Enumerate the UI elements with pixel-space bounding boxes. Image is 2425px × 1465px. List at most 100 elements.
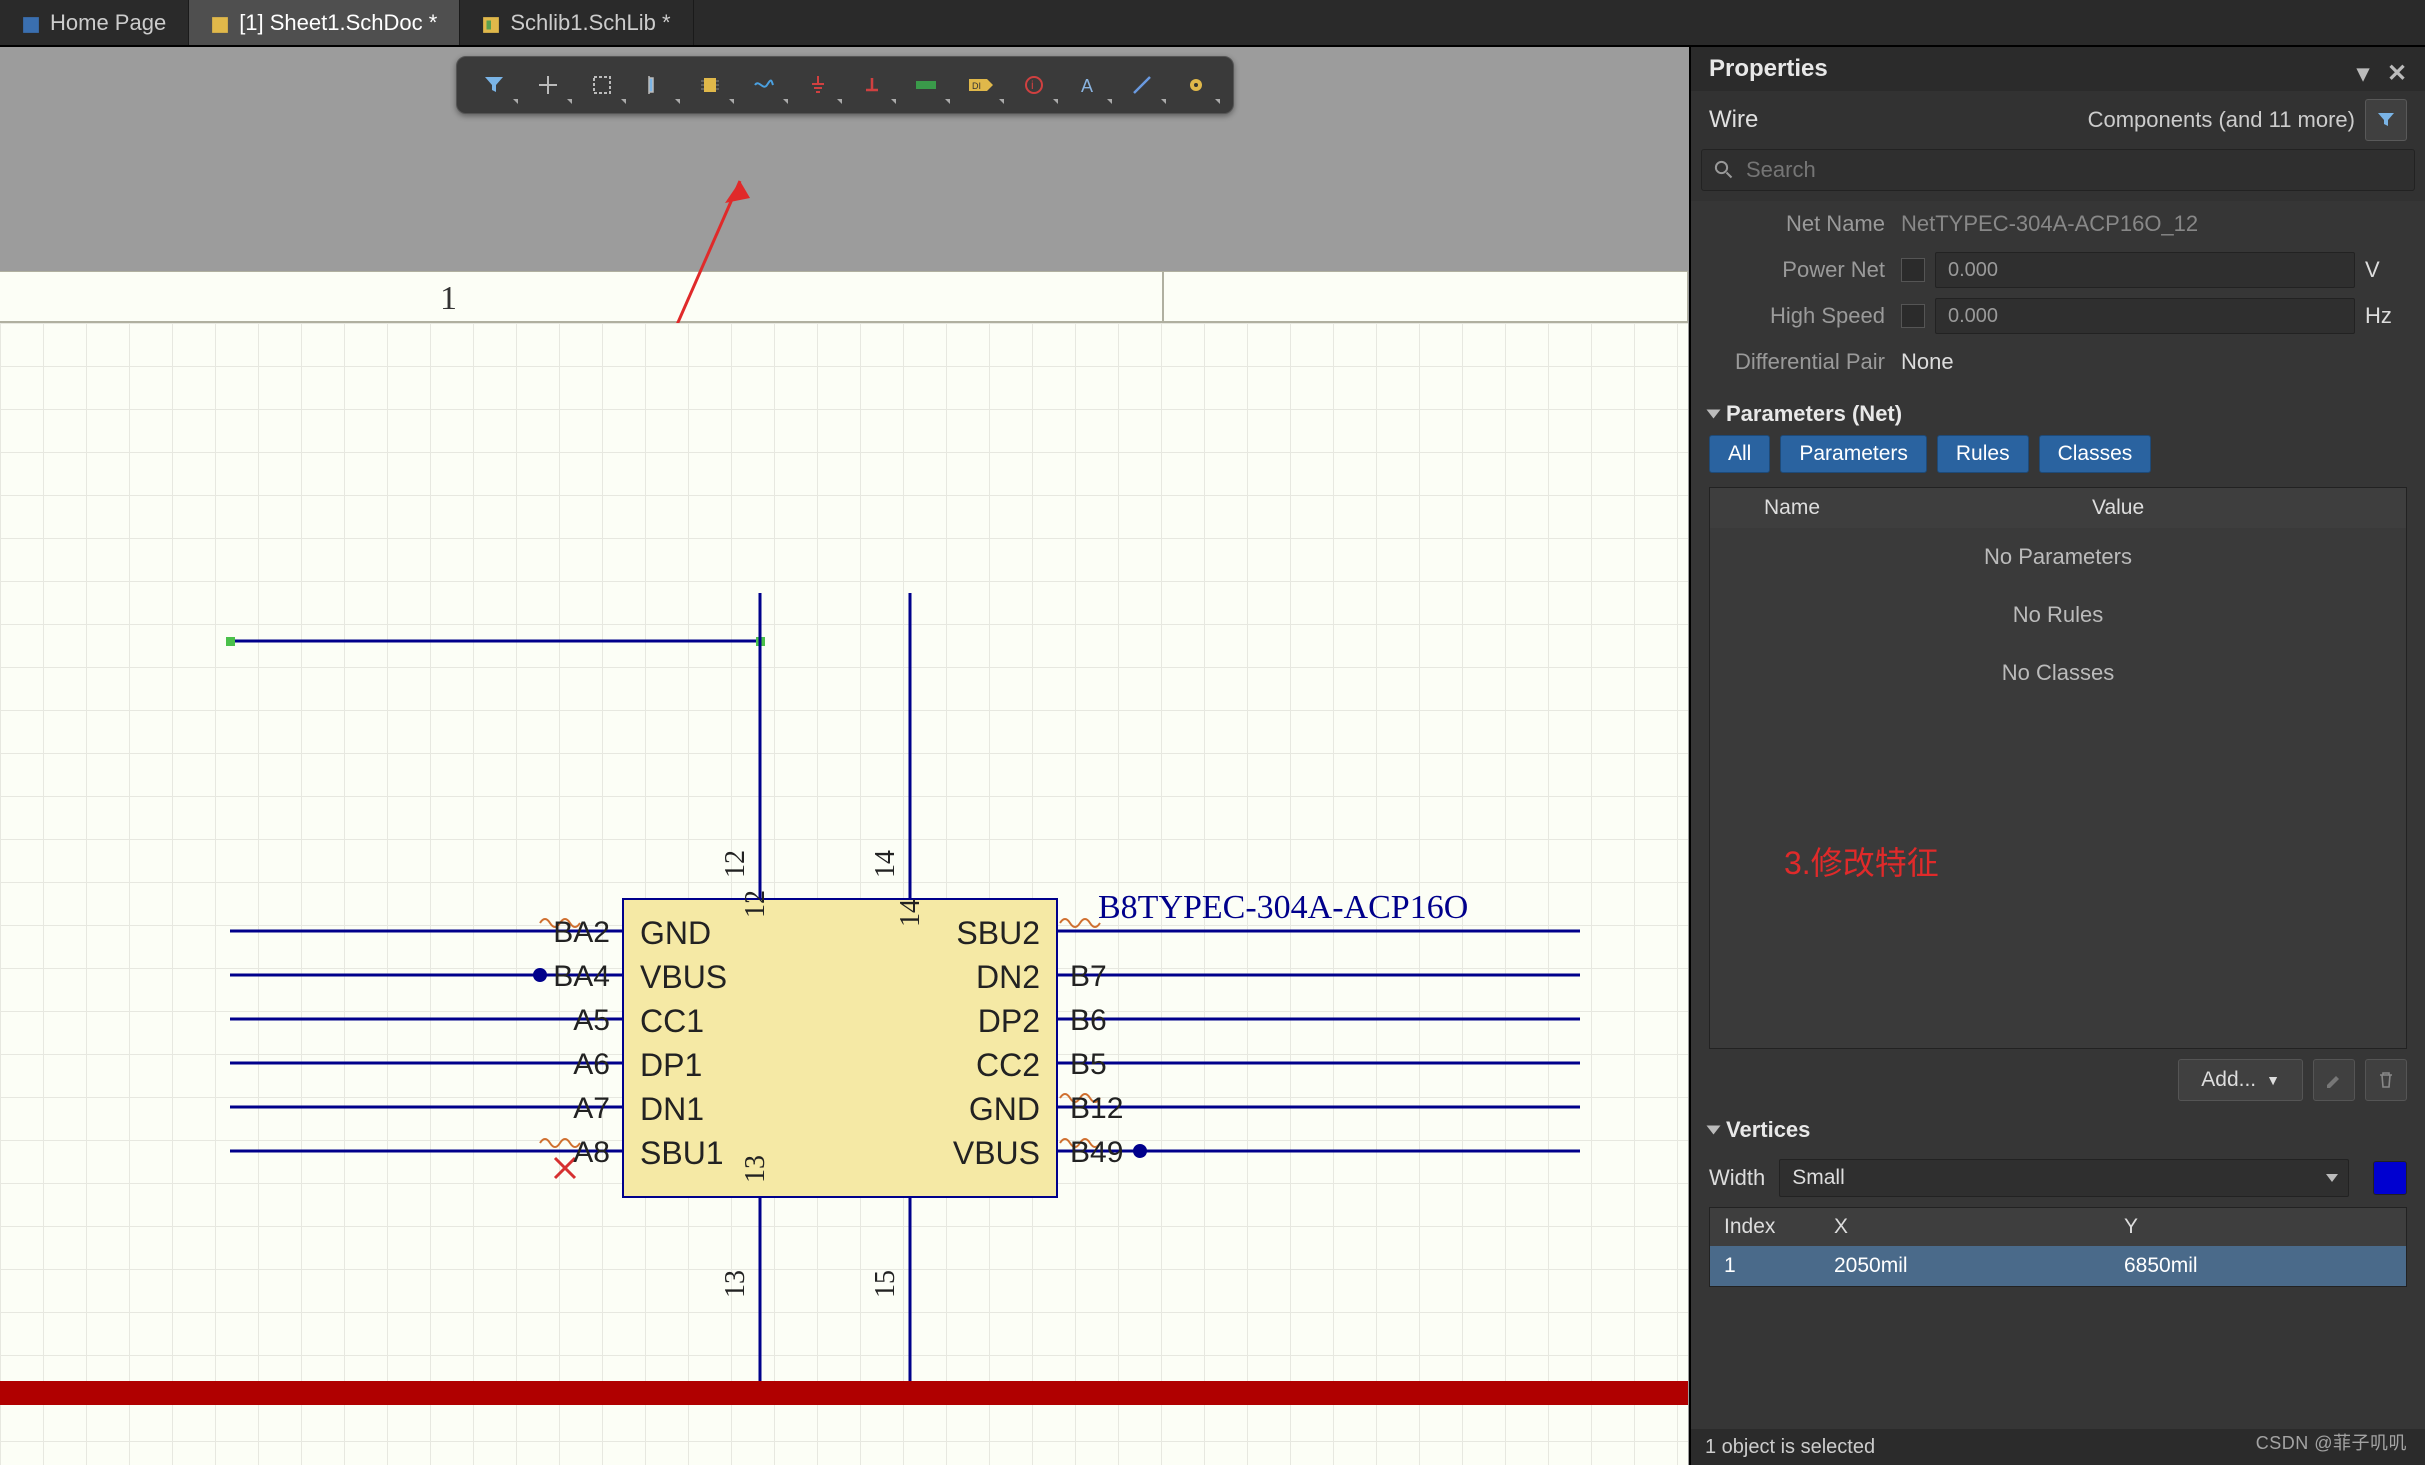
pin-num: BA2 — [500, 911, 610, 955]
high-speed-field[interactable]: 0.000 — [1935, 298, 2355, 334]
svg-text:i: i — [1031, 78, 1034, 92]
power-net-field[interactable]: 0.000 — [1935, 252, 2355, 288]
pin-name: DP1 — [640, 1043, 727, 1087]
svg-text:DI: DI — [972, 81, 981, 91]
tool-power-gnd[interactable] — [791, 63, 845, 107]
object-type: Wire — [1709, 106, 1758, 134]
status-text: 1 object is selected — [1705, 1436, 1875, 1459]
pin-name: GND — [920, 1087, 1040, 1131]
schematic-canvas[interactable]: 1 1.点击放置线 2.放在这些位置 — [0, 123, 1689, 1465]
pin-num: A8 — [500, 1131, 610, 1175]
diff-pair-label: Differential Pair — [1691, 349, 1901, 375]
pin-num: 15 — [870, 1270, 902, 1298]
pin-num: A7 — [500, 1087, 610, 1131]
pin-name: VBUS — [920, 1131, 1040, 1175]
pin-name: DN1 — [640, 1087, 727, 1131]
vertex-row[interactable]: 1 2050mil 6850mil — [1710, 1246, 2406, 1286]
properties-header: Properties ▾ ✕ — [1691, 47, 2425, 91]
delete-button[interactable] — [2365, 1059, 2407, 1101]
pin-name: DN2 — [920, 955, 1040, 999]
section-vertices[interactable]: Vertices — [1709, 1117, 2407, 1143]
schlib-icon — [482, 14, 500, 32]
tab-sheet1[interactable]: [1] Sheet1.SchDoc * — [189, 0, 460, 45]
chevron-down-icon — [1707, 410, 1721, 419]
pin-num: BA4 — [500, 955, 610, 999]
pin-name: GND — [640, 911, 727, 955]
pill-rules[interactable]: Rules — [1937, 435, 2029, 473]
net-name-label: Net Name — [1691, 211, 1901, 237]
col-name[interactable]: Name — [1750, 496, 2078, 520]
svg-text:A: A — [1081, 76, 1093, 96]
no-rules: No Rules — [1710, 586, 2406, 644]
tool-component[interactable] — [683, 63, 737, 107]
edit-button[interactable] — [2313, 1059, 2355, 1101]
width-select[interactable]: Small — [1779, 1159, 2349, 1197]
filter-button[interactable] — [2365, 99, 2407, 141]
high-speed-checkbox[interactable] — [1901, 304, 1925, 328]
tool-filter[interactable] — [467, 63, 521, 107]
pin-num: B7 — [1070, 955, 1123, 999]
tool-error[interactable]: i — [1007, 63, 1061, 107]
net-name-value: NetTYPEC-304A-ACP16O_12 — [1901, 211, 2407, 237]
tool-net[interactable] — [737, 63, 791, 107]
tab-label: Schlib1.SchLib * — [510, 10, 670, 36]
unit: Hz — [2365, 303, 2407, 329]
tool-palette: DI i A — [456, 56, 1234, 114]
document-tabs: Home Page [1] Sheet1.SchDoc * Schlib1.Sc… — [0, 0, 2425, 47]
tool-align[interactable] — [629, 63, 683, 107]
pill-all[interactable]: All — [1709, 435, 1770, 473]
pin-num: B12 — [1070, 1087, 1123, 1131]
parameters-table: Name Value No Parameters No Rules No Cla… — [1709, 487, 2407, 1049]
pill-classes[interactable]: Classes — [2039, 435, 2152, 473]
pin-num: B5 — [1070, 1043, 1123, 1087]
panel-title: Properties — [1709, 55, 1828, 83]
component-ref: B8TYPEC-304A-ACP16O — [1098, 889, 1468, 927]
tool-via[interactable] — [1169, 63, 1223, 107]
panel-menu-icon[interactable]: ▾ — [2357, 59, 2377, 79]
col-value[interactable]: Value — [2078, 496, 2406, 520]
tool-select-rect[interactable] — [575, 63, 629, 107]
high-speed-label: High Speed — [1691, 303, 1901, 329]
filter-scope[interactable]: Components (and 11 more) — [2088, 107, 2355, 133]
power-net-checkbox[interactable] — [1901, 258, 1925, 282]
column-sep — [1162, 272, 1164, 326]
pin-name: DP2 — [920, 999, 1040, 1043]
inner-pin: 13 — [740, 1155, 772, 1183]
width-label: Width — [1709, 1165, 1765, 1191]
search-box[interactable] — [1701, 149, 2415, 191]
tab-schlib[interactable]: Schlib1.SchLib * — [460, 0, 693, 45]
pin-name: CC1 — [640, 999, 727, 1043]
tab-label: [1] Sheet1.SchDoc * — [239, 10, 437, 36]
pill-parameters[interactable]: Parameters — [1780, 435, 1927, 473]
tool-power-bar[interactable] — [845, 63, 899, 107]
power-net-label: Power Net — [1691, 257, 1901, 283]
tool-cross[interactable] — [521, 63, 575, 107]
pin-num: 12 — [720, 850, 752, 878]
tool-directive[interactable]: DI — [953, 63, 1007, 107]
pin-name: CC2 — [920, 1043, 1040, 1087]
pin-num: B6 — [1070, 999, 1123, 1043]
diff-pair-value: None — [1901, 349, 2407, 375]
col-x[interactable]: X — [1820, 1208, 2110, 1246]
column-number: 1 — [440, 280, 457, 318]
pin-num: A5 — [500, 999, 610, 1043]
pin-num: A6 — [500, 1043, 610, 1087]
panel-close-icon[interactable]: ✕ — [2387, 59, 2407, 79]
tool-line[interactable] — [1115, 63, 1169, 107]
pin-name: SBU2 — [920, 911, 1040, 955]
add-button[interactable]: Add...▼ — [2178, 1059, 2303, 1101]
search-input[interactable] — [1744, 156, 2402, 184]
wire-color-swatch[interactable] — [2373, 1161, 2407, 1195]
section-parameters[interactable]: Parameters (Net) — [1709, 401, 2407, 427]
sheet: B8TYPEC-304A-ACP16O BA2 BA4 A5 A6 A7 A8 … — [0, 323, 1688, 1465]
tool-text[interactable]: A — [1061, 63, 1115, 107]
watermark: CSDN @菲子叽叽 — [2256, 1429, 2407, 1455]
vertices-table: Index X Y 1 2050mil 6850mil — [1709, 1207, 2407, 1287]
col-index[interactable]: Index — [1710, 1208, 1820, 1246]
tab-home[interactable]: Home Page — [0, 0, 189, 45]
pin-name: VBUS — [640, 955, 727, 999]
tool-bus[interactable] — [899, 63, 953, 107]
col-y[interactable]: Y — [2110, 1208, 2406, 1246]
tab-label: Home Page — [50, 10, 166, 36]
pin-num: 13 — [720, 1270, 752, 1298]
